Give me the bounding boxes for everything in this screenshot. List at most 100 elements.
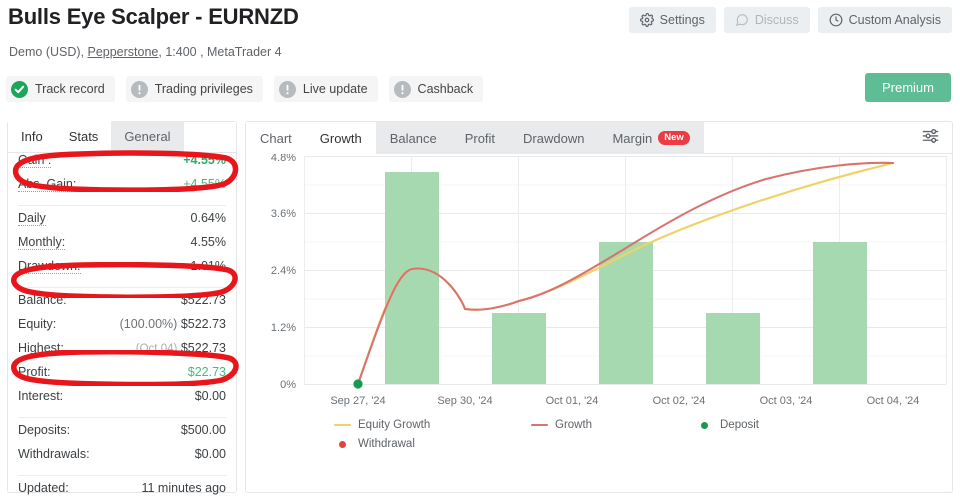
chart-x-axis-labels: Sep 27, '24 Sep 30, '24 Oct 01, '24 Oct … [330,395,919,407]
stat-row-drawdown: Drawdown: 1.01% [18,259,226,283]
stat-label: Equity: [18,317,57,331]
legend-item-withdrawal[interactable]: Withdrawal [334,438,415,450]
profile-page: Bulls Eye Scalper - EURNZD Demo (USD), P… [0,0,960,500]
tab-general[interactable]: General [111,121,184,152]
tab-stats[interactable]: Stats [55,121,112,152]
page-header: Bulls Eye Scalper - EURNZD Demo (USD), P… [0,0,960,112]
deposit-marker [353,379,363,389]
stat-row-abs-gain: Abs. Gain: +4.55% [18,177,226,201]
subtitle-prefix: Demo (USD), [9,45,88,59]
custom-analysis-button[interactable]: Custom Analysis [817,7,952,33]
x-tick-1: Sep 30, '24 [437,395,492,407]
stat-label: Drawdown: [18,259,81,274]
account-subtitle: Demo (USD), Pepperstone, 1:400 , MetaTra… [9,45,282,59]
stat-value: (100.00%) $522.73 [120,317,226,331]
stat-row-profit: Profit: $22.73 [18,365,226,389]
stat-row-balance: Balance: $522.73 [18,293,226,317]
stat-row-interest: Interest: $0.00 [18,389,226,413]
settings-button-label: Settings [659,13,705,27]
stat-label: Daily [18,211,46,226]
stat-row-daily: Daily 0.64% [18,211,226,235]
status-badge-live-update[interactable]: Live update [273,76,378,102]
stat-value: 4.55% [190,235,226,249]
tab-chart[interactable]: Chart [246,122,306,154]
stat-value: $500.00 [180,423,226,437]
exclamation-circle-icon [130,80,148,98]
stat-value-main: $522.73 [180,317,226,331]
status-badge-label: Live update [302,82,368,96]
tab-balance[interactable]: Balance [375,122,451,154]
legend-item-growth[interactable]: Growth [531,419,592,431]
legend-item-deposit[interactable]: Deposit [696,419,759,431]
exclamation-circle-icon [278,80,296,98]
chart-tabs: Chart Growth Balance Profit Drawdown Mar… [246,122,952,154]
chart-settings-button[interactable] [918,127,942,149]
stat-row-updated: Updated: 11 minutes ago [18,481,226,500]
stat-value: $522.73 [180,293,226,307]
stat-row-equity: Equity: (100.00%) $522.73 [18,317,226,341]
tab-margin[interactable]: Margin New [598,122,704,154]
tab-profit[interactable]: Profit [450,122,510,154]
bar-oct-01 [492,313,546,384]
new-badge: New [658,131,690,145]
y-tick-3: 3.6% [271,208,296,220]
sidebar-tabs: Info Stats General [8,121,236,153]
growth-chart: 0% 1.2% 2.4% 3.6% 4.8% Sep 27, '24 Sep 3… [246,154,954,492]
status-badge-label: Cashback [417,82,474,96]
stat-label: Updated: [18,481,69,495]
stat-value: +4.55% [183,153,226,167]
y-tick-1: 1.2% [271,322,296,334]
stat-value-note: (100.00%) [119,317,178,331]
legend-line-icon [531,423,548,427]
stat-label: Balance: [18,293,67,307]
divider [18,417,226,418]
tab-growth[interactable]: Growth [305,122,376,154]
chart-y-axis-labels: 0% 1.2% 2.4% 3.6% 4.8% [271,154,296,391]
growth-chart-svg: 0% 1.2% 2.4% 3.6% 4.8% Sep 27, '24 Sep 3… [271,154,947,407]
legend-label: Deposit [720,419,759,431]
y-tick-0: 0% [280,379,296,391]
stat-value: $0.00 [194,447,226,461]
y-tick-2: 2.4% [271,265,296,277]
page-title: Bulls Eye Scalper - EURNZD [8,4,299,29]
gear-icon [639,13,654,27]
stat-row-monthly: Monthly: 4.55% [18,235,226,259]
stat-label: Interest: [18,389,64,403]
stats-sidebar: Info Stats General Gain : +4.55% Abs. Ga… [7,121,237,495]
legend-item-equity-growth[interactable]: Equity Growth [334,419,430,431]
x-tick-5: Oct 04, '24 [867,395,920,407]
discuss-button[interactable]: Discuss [723,7,810,33]
discuss-button-label: Discuss [754,13,799,27]
y-tick-4: 4.8% [271,154,296,164]
broker-link[interactable]: Pepperstone [87,45,158,59]
divider [18,475,226,476]
status-badges: Track record Trading privileges Live upd… [6,76,484,102]
tab-drawdown[interactable]: Drawdown [509,122,599,154]
x-tick-0: Sep 27, '24 [330,395,385,407]
stat-label: Highest: [18,341,64,355]
settings-button[interactable]: Settings [628,7,716,33]
tab-info[interactable]: Info [8,121,56,152]
bar-oct-03 [706,313,760,384]
stat-value: 1.01% [190,259,226,273]
subtitle-suffix: , 1:400 , MetaTrader 4 [158,45,282,59]
stat-value-note: (Oct 04) [135,343,178,355]
stat-label: Monthly: [18,235,66,250]
status-badge-label: Track record [35,82,105,96]
status-badge-trading-privileges[interactable]: Trading privileges [125,76,263,102]
premium-button[interactable]: Premium [864,73,951,102]
stat-row-deposits: Deposits: $500.00 [18,423,226,447]
x-tick-4: Oct 03, '24 [760,395,813,407]
legend-dot-icon [701,421,708,429]
stat-value: $22.73 [187,365,226,379]
status-badge-track-record[interactable]: Track record [6,76,115,102]
stat-row-highest: Highest: (Oct 04) $522.73 [18,341,226,365]
stat-value: (Oct 04) $522.73 [136,341,226,355]
stat-value-main: $522.73 [180,341,226,355]
divider [18,287,226,288]
status-badge-cashback[interactable]: Cashback [388,76,484,102]
exclamation-circle-icon [393,80,411,98]
comment-icon [735,13,749,27]
header-buttons: Settings Discuss Custom Analysis [628,7,952,33]
stat-label: Deposits: [18,423,71,437]
